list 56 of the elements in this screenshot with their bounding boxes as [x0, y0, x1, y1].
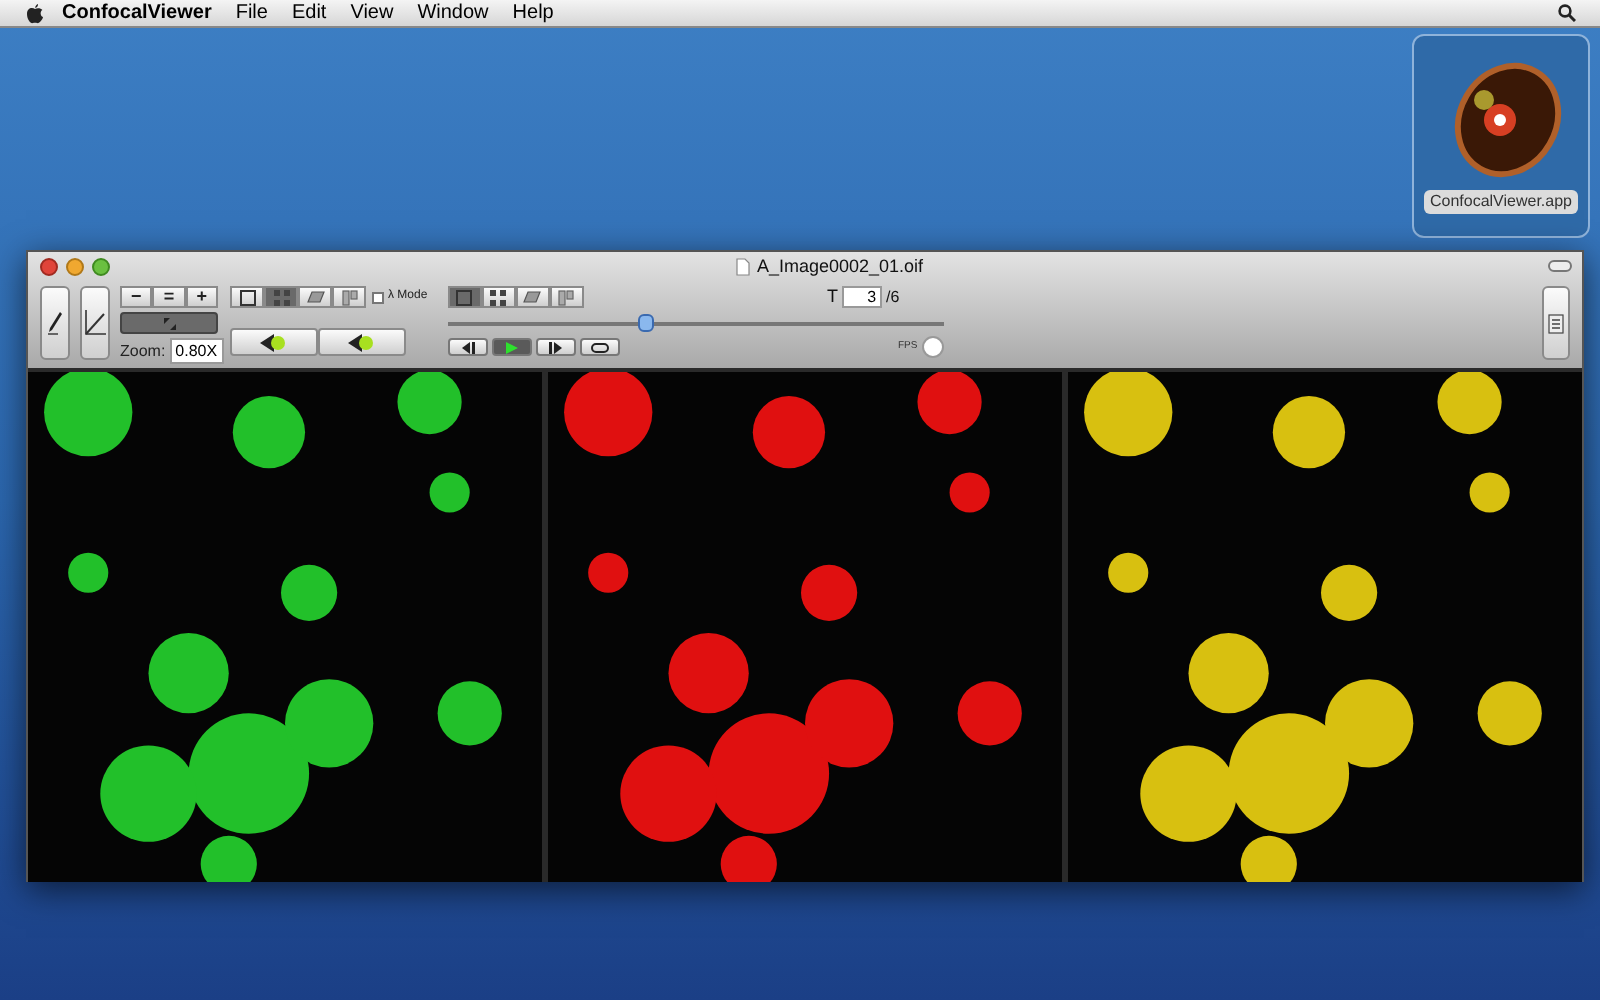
- slider-thumb[interactable]: [637, 314, 654, 332]
- stack-icon: [305, 289, 325, 305]
- view-mode-button[interactable]: [481, 286, 516, 308]
- document-icon: [736, 258, 751, 276]
- zoom-field[interactable]: 0.80X: [169, 338, 224, 364]
- menu-item[interactable]: Edit: [291, 0, 327, 28]
- loop-icon: [589, 341, 610, 353]
- single-pane-icon: [239, 289, 255, 305]
- playback-button[interactable]: [535, 338, 576, 356]
- arrow-dot-icon: [348, 333, 376, 351]
- list-icon: [1548, 313, 1564, 333]
- view-mode-button[interactable]: [298, 286, 332, 308]
- toolbar-toggle-button[interactable]: [1548, 260, 1572, 272]
- pencil-tool-button[interactable]: [40, 286, 70, 360]
- app-menu[interactable]: ConfocalViewer: [62, 0, 212, 28]
- apple-logo-icon[interactable]: [26, 3, 44, 23]
- grid-icon: [490, 289, 507, 305]
- split-icon: [341, 289, 357, 305]
- desktop-icon-tile[interactable]: ConfocalViewer.app: [1412, 34, 1590, 238]
- time-total: /6: [886, 285, 900, 309]
- fps-knob[interactable]: [921, 336, 944, 358]
- minimize-button[interactable]: [66, 258, 84, 276]
- grid-icon: [273, 289, 289, 305]
- menu-item[interactable]: Help: [512, 0, 554, 28]
- window-title: A_Image0002_01.oif: [756, 253, 924, 280]
- step-forward-icon: [547, 341, 564, 353]
- arrow-dot-icon: [260, 333, 288, 351]
- lambda-mode-checkbox[interactable]: [372, 291, 384, 303]
- menu-item[interactable]: Window: [417, 0, 489, 28]
- split-icon: [558, 289, 575, 305]
- menu-item[interactable]: File: [235, 0, 268, 28]
- step-button[interactable]: +: [185, 286, 218, 308]
- step-button[interactable]: −: [120, 286, 153, 308]
- time-label: T: [827, 283, 839, 310]
- menu-item[interactable]: View: [350, 0, 394, 28]
- inspector-button[interactable]: [1542, 286, 1570, 360]
- zoom-label: Zoom:: [120, 339, 166, 363]
- view-mode-button[interactable]: [515, 286, 550, 308]
- play-icon: [505, 341, 518, 353]
- zoom-button[interactable]: [92, 258, 110, 276]
- curve-tool-button[interactable]: [80, 286, 110, 360]
- view-mode-button[interactable]: [230, 286, 264, 308]
- pencil-icon: [46, 310, 64, 336]
- playback-button[interactable]: [447, 338, 488, 356]
- search-icon[interactable]: [1558, 4, 1576, 22]
- playback-button[interactable]: [579, 338, 620, 356]
- curve-icon: [84, 310, 106, 336]
- close-button[interactable]: [40, 258, 58, 276]
- step-back-icon: [459, 341, 476, 353]
- view-mode-button[interactable]: [447, 286, 482, 308]
- stack-icon: [522, 289, 543, 305]
- step-button[interactable]: =: [152, 286, 186, 308]
- desktop-icon-label: ConfocalViewer.app: [1423, 190, 1578, 214]
- single-pane-icon: [456, 289, 473, 305]
- time-field[interactable]: 3: [842, 286, 883, 308]
- resize-icon: [163, 317, 175, 329]
